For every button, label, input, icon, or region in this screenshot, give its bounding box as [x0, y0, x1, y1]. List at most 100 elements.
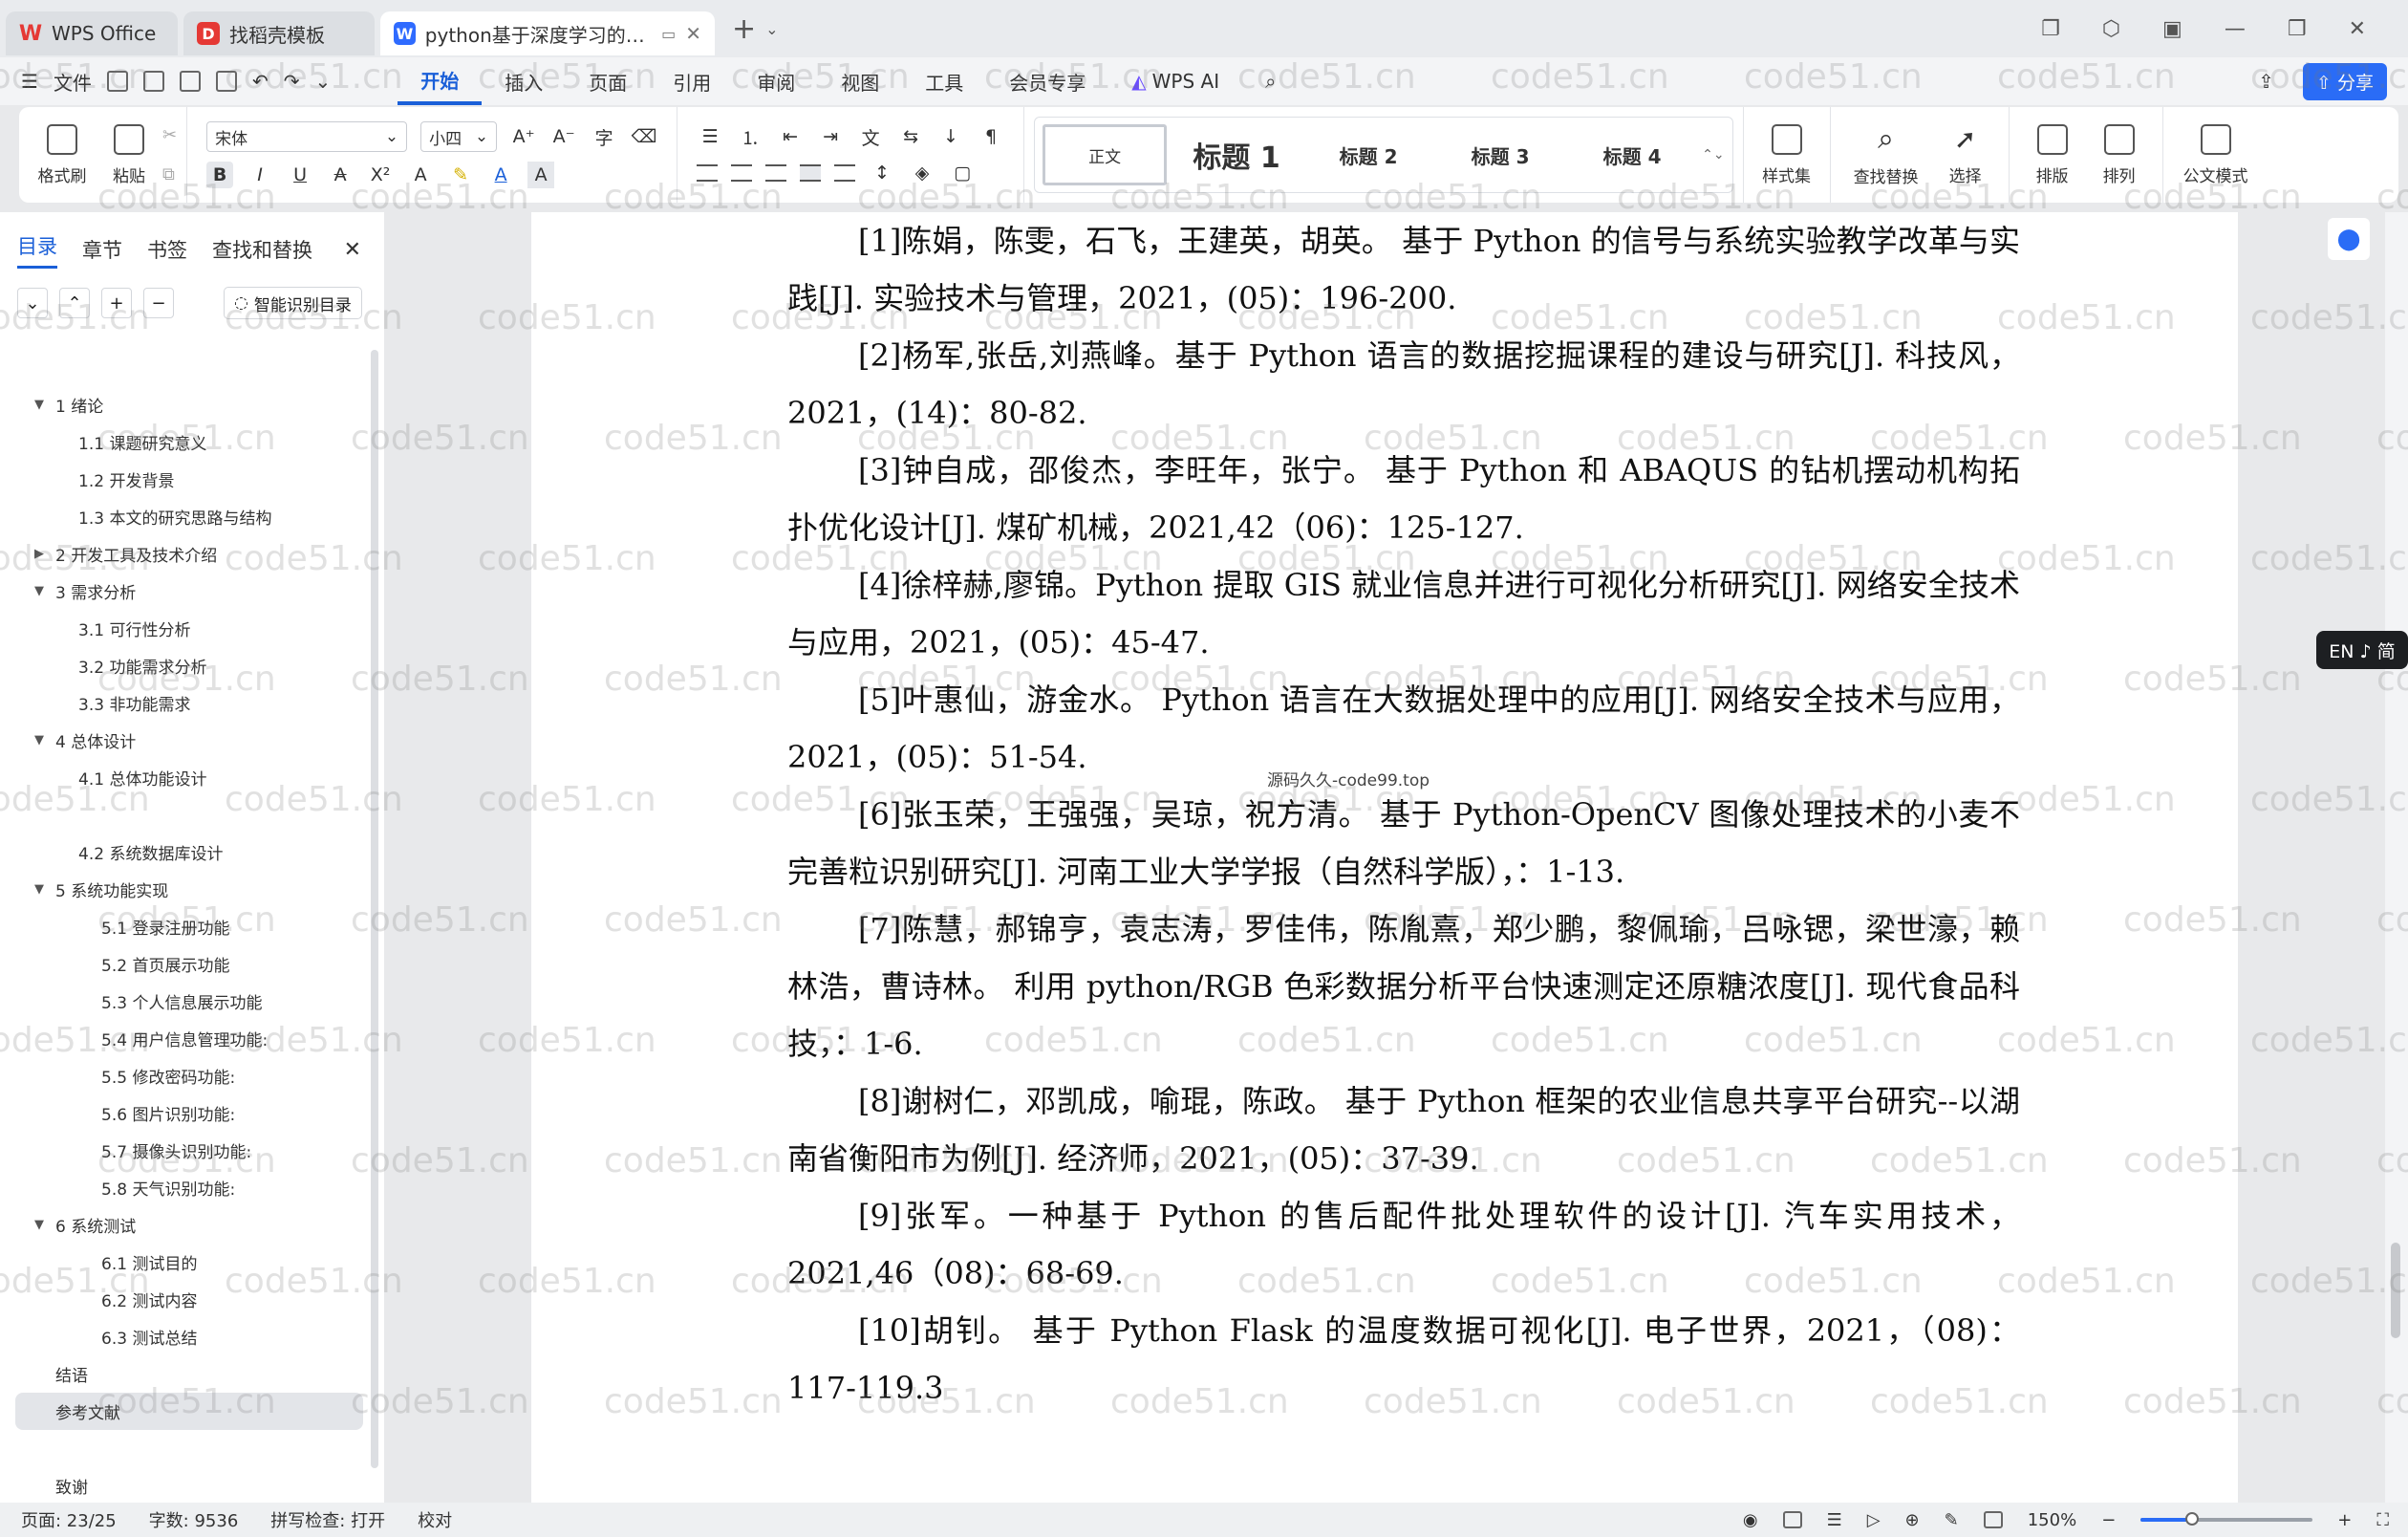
window-close-icon[interactable]: ✕	[2349, 17, 2366, 41]
show-marks-icon[interactable]: ¶	[978, 123, 1004, 150]
toc-item[interactable]: 参考文献	[15, 1393, 363, 1430]
toc-item[interactable]: ▼ 3 需求分析	[0, 573, 369, 610]
menu-tools[interactable]: 工具	[902, 57, 986, 105]
toc-item[interactable]: 致谢	[0, 1467, 369, 1505]
smart-toc-button[interactable]: ◌ 智能识别目录	[224, 287, 362, 319]
highlight-icon[interactable]: ✎	[447, 162, 474, 188]
page-indicator[interactable]: 页面: 23/25	[21, 1507, 117, 1532]
superscript-button[interactable]: X²	[367, 162, 394, 188]
increase-indent-icon[interactable]: ⇥	[817, 123, 844, 150]
font-shrink-icon[interactable]: A⁻	[550, 123, 577, 150]
collapse-icon[interactable]: ⌃	[59, 288, 90, 318]
border-icon[interactable]: ▢	[949, 160, 976, 186]
format-painter-button[interactable]: 格式刷	[29, 123, 96, 186]
menu-home[interactable]: 开始	[398, 57, 483, 105]
cut-icon[interactable]: ✂	[162, 125, 177, 145]
page-view-icon[interactable]	[1782, 1511, 1802, 1528]
toc-item[interactable]: 1.1 课题研究意义	[0, 423, 369, 461]
monitor-icon[interactable]: ▭	[661, 25, 676, 43]
style-heading-2[interactable]: 标题 2	[1306, 124, 1430, 185]
bold-button[interactable]: B	[206, 162, 234, 188]
chinese-layout-icon[interactable]: 文	[857, 123, 884, 150]
location-pin-icon[interactable]: ⬤	[2328, 218, 2370, 260]
caret-down-icon[interactable]: ▼	[34, 733, 55, 747]
file-menu[interactable]: 文件	[54, 68, 92, 96]
toc-item[interactable]: 5.5 修改密码功能:	[0, 1057, 369, 1094]
copy-icon[interactable]: ⧉	[162, 164, 177, 184]
nav-scrollbar[interactable]	[371, 350, 378, 1468]
outline-view-icon[interactable]: ☰	[1827, 1510, 1842, 1530]
underline-button[interactable]: U	[287, 162, 313, 188]
toc-item[interactable]: 5.3 个人信息展示功能	[0, 983, 369, 1020]
zoom-knob[interactable]	[2185, 1512, 2200, 1526]
eye-icon[interactable]: ◉	[1743, 1510, 1758, 1530]
save-icon[interactable]	[106, 71, 128, 92]
menu-review[interactable]: 审阅	[734, 57, 818, 105]
nav-tab-toc[interactable]: 目录	[17, 231, 57, 269]
toc-item[interactable]: ▼ 5 系统功能实现	[0, 871, 369, 908]
toc-item[interactable]: 6.3 测试总结	[0, 1318, 369, 1355]
web-view-icon[interactable]: ⊕	[1905, 1510, 1920, 1530]
paste-button[interactable]: 粘贴	[96, 123, 162, 186]
strikethrough-button[interactable]: A	[327, 162, 354, 188]
zoom-level[interactable]: 150%	[2028, 1510, 2076, 1530]
toc-item[interactable]: 6.2 测试内容	[0, 1281, 369, 1318]
clear-format-icon[interactable]: ⌫	[631, 123, 657, 150]
style-set-button[interactable]: 样式集	[1753, 123, 1820, 186]
toc-item[interactable]: 3.1 可行性分析	[0, 610, 369, 647]
undo-icon[interactable]: ↶	[252, 70, 269, 93]
spell-check-toggle[interactable]: 拼写检查: 打开	[270, 1507, 385, 1532]
distribute-icon[interactable]	[834, 164, 856, 182]
toc-item[interactable]: 3.2 功能需求分析	[0, 647, 369, 684]
avatar[interactable]: ▣	[2162, 17, 2182, 41]
bullet-list-icon[interactable]: ☰	[697, 123, 723, 150]
align-right-icon[interactable]	[765, 164, 787, 182]
expand-icon[interactable]: ⌄	[17, 288, 48, 318]
official-mode-button[interactable]: 公文模式	[2173, 123, 2259, 186]
toc-item[interactable]: 5.7 摄像头识别功能:	[0, 1132, 369, 1169]
nav-tab-bookmarks[interactable]: 书签	[147, 235, 187, 264]
menu-member[interactable]: 会员专享	[986, 57, 1108, 105]
toc-item[interactable]: ▼ 4 总体设计	[0, 722, 369, 759]
toc-item[interactable]: 1.3 本文的研究思路与结构	[0, 498, 369, 535]
gallery-scroll-icon[interactable]: ⌃⌄	[1702, 147, 1724, 162]
caret-down-icon[interactable]: ▼	[34, 398, 55, 412]
hamburger-icon[interactable]: ☰	[21, 70, 38, 93]
style-heading-3[interactable]: 标题 3	[1438, 124, 1562, 185]
share-button[interactable]: ⇧ 分享	[2303, 62, 2387, 100]
decrease-indent-icon[interactable]: ⇤	[777, 123, 804, 150]
proofread-button[interactable]: 校对	[418, 1507, 452, 1532]
close-icon[interactable]: ✕	[685, 22, 701, 45]
find-replace-button[interactable]: ⌕ 查找替换	[1840, 122, 1932, 187]
menu-view[interactable]: 视图	[818, 57, 902, 105]
toc-item[interactable]: 6.1 测试目的	[0, 1244, 369, 1281]
toc-item[interactable]: 3.3 非功能需求	[0, 684, 369, 722]
close-icon[interactable]: ✕	[344, 238, 361, 262]
tab-wps-office[interactable]: W WPS Office	[6, 11, 178, 55]
font-size-select[interactable]: 小四 ⌄	[420, 121, 498, 152]
fullscreen-icon[interactable]: ⛶	[2376, 1510, 2389, 1530]
arrange-button[interactable]: 排列	[2086, 123, 2153, 186]
document-scrollbar[interactable]	[2391, 1243, 2400, 1338]
phonetic-icon[interactable]: 字	[591, 123, 617, 150]
caret-down-icon[interactable]: ▼	[34, 882, 55, 897]
nav-tab-find-replace[interactable]: 查找和替换	[212, 235, 312, 264]
add-icon[interactable]: +	[101, 288, 132, 318]
zoom-out-icon[interactable]: −	[2101, 1510, 2116, 1530]
align-left-icon[interactable]	[697, 164, 719, 182]
toc-item[interactable]: ▼ 6 系统测试	[0, 1206, 369, 1244]
menu-page[interactable]: 页面	[566, 57, 650, 105]
tab-document[interactable]: W python基于深度学习的交通 ▭ ✕	[380, 11, 715, 55]
toc-item[interactable]: 5.6 图片识别功能:	[0, 1094, 369, 1132]
chevron-down-icon[interactable]: ⌄	[765, 20, 778, 38]
italic-button[interactable]: I	[247, 162, 273, 188]
remove-icon[interactable]: −	[143, 288, 174, 318]
zoom-in-icon[interactable]: +	[2337, 1510, 2352, 1530]
style-heading-1[interactable]: 标题 1	[1174, 124, 1299, 185]
toc-item[interactable]: 4.1 总体功能设计	[0, 759, 369, 796]
toc-item[interactable]: 结语	[0, 1355, 369, 1393]
menu-references[interactable]: 引用	[650, 57, 734, 105]
tab-template[interactable]: D 找稻壳模板	[183, 11, 375, 55]
caret-right-icon[interactable]: ▶	[34, 547, 55, 561]
new-tab-plus-icon[interactable]: +	[732, 12, 756, 46]
